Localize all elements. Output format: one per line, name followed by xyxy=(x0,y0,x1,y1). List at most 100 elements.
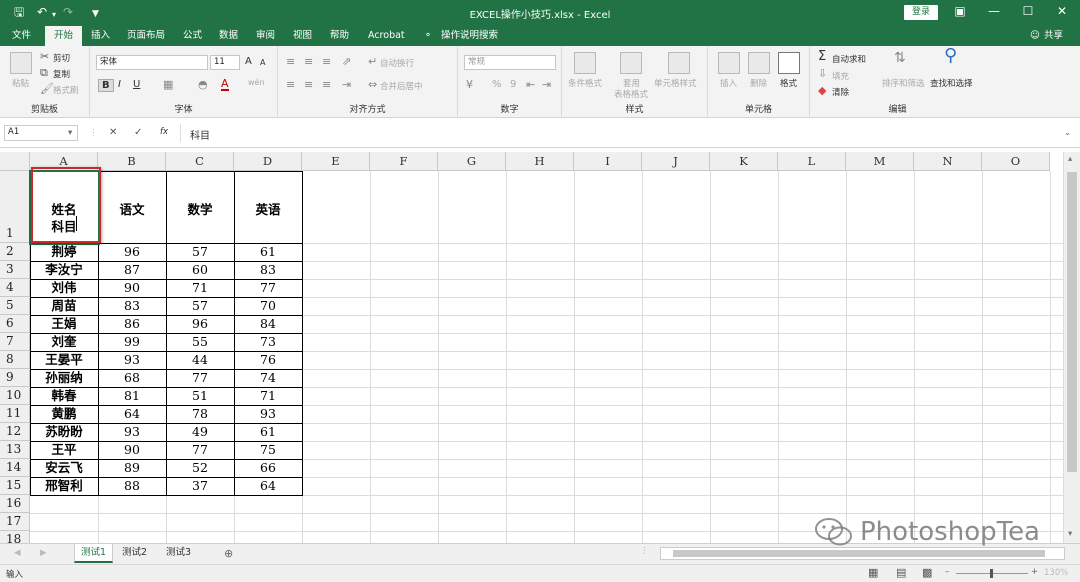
cell-chinese-score[interactable]: 83 xyxy=(98,298,166,314)
orientation-icon[interactable]: ⇗ xyxy=(342,56,351,68)
wrap-text-icon[interactable]: ↵ xyxy=(368,56,377,68)
cell-english-score[interactable]: 64 xyxy=(234,478,302,494)
cell-english-score[interactable]: 66 xyxy=(234,460,302,476)
row-header-12[interactable]: 12 xyxy=(0,423,30,441)
cell-name[interactable]: 王娟 xyxy=(30,316,98,332)
formula-input[interactable]: 科目 xyxy=(190,127,210,142)
normal-view-icon[interactable]: ▦ xyxy=(868,567,878,579)
tab-insert[interactable]: 插入 xyxy=(91,29,110,43)
cell-name[interactable]: 荆婷 xyxy=(30,244,98,260)
tab-home[interactable]: 开始 xyxy=(45,26,83,46)
close-icon[interactable]: ✕ xyxy=(1052,4,1072,18)
cell-english-score[interactable]: 93 xyxy=(234,406,302,422)
delete-cells-button[interactable]: 删除 xyxy=(750,77,767,89)
clear-icon[interactable]: ◆ xyxy=(818,85,826,97)
cell-styles-button[interactable]: 单元格样式 xyxy=(654,77,697,89)
clear-button[interactable]: 清除 xyxy=(832,86,849,98)
find-icon[interactable]: ⚲ xyxy=(944,47,957,65)
column-header-o[interactable]: O xyxy=(982,152,1050,171)
cell-name[interactable]: 韩春 xyxy=(30,388,98,404)
paste-button[interactable]: 粘贴 xyxy=(12,77,29,89)
font-name-select[interactable]: 宋体 xyxy=(96,55,208,70)
percent-button[interactable]: % xyxy=(492,79,502,90)
login-button[interactable]: 登录 xyxy=(904,5,938,20)
tab-split-handle-icon[interactable]: ⋮ xyxy=(640,546,649,556)
row-header-7[interactable]: 7 xyxy=(0,333,30,351)
cell-name[interactable]: 邢智利 xyxy=(30,478,98,494)
cut-button[interactable]: 剪切 xyxy=(53,52,70,64)
wrap-text-button[interactable]: 自动换行 xyxy=(380,57,414,69)
column-header-k[interactable]: K xyxy=(710,152,778,171)
merge-icon[interactable]: ⇔ xyxy=(368,79,377,91)
autosum-icon[interactable]: Σ xyxy=(818,50,826,63)
paste-icon[interactable] xyxy=(10,52,32,74)
expand-formula-icon[interactable]: ⌄ xyxy=(1064,128,1071,138)
page-layout-view-icon[interactable]: ▤ xyxy=(896,567,906,579)
format-painter-icon[interactable]: 🖌 xyxy=(40,83,54,95)
cell-math-score[interactable]: 60 xyxy=(166,262,234,278)
scroll-up-icon[interactable]: ▴ xyxy=(1068,154,1072,164)
cell-name[interactable]: 周苗 xyxy=(30,298,98,314)
row-header-10[interactable]: 10 xyxy=(0,387,30,405)
cell-english-score[interactable]: 71 xyxy=(234,388,302,404)
row-header-2[interactable]: 2 xyxy=(0,243,30,261)
sort-filter-button[interactable]: 排序和筛选 xyxy=(882,77,925,89)
cell-styles-icon[interactable] xyxy=(668,52,690,74)
prev-sheet-icon[interactable]: ◀ xyxy=(14,548,21,558)
cell-name[interactable]: 刘奎 xyxy=(30,334,98,350)
maximize-icon[interactable]: ☐ xyxy=(1018,4,1038,18)
cell-english-score[interactable]: 77 xyxy=(234,280,302,296)
phonetic-button[interactable]: wén xyxy=(248,78,265,87)
cell-name[interactable]: 王平 xyxy=(30,442,98,458)
cell-name[interactable]: 苏盼盼 xyxy=(30,424,98,440)
row-header-4[interactable]: 4 xyxy=(0,279,30,297)
column-header-f[interactable]: F xyxy=(370,152,438,171)
name-box-dropdown-icon[interactable]: ▾ xyxy=(68,128,72,138)
row-header-3[interactable]: 3 xyxy=(0,261,30,279)
scroll-down-icon[interactable]: ▾ xyxy=(1068,529,1072,539)
tab-page-layout[interactable]: 页面布局 xyxy=(127,29,165,43)
column-header-i[interactable]: I xyxy=(574,152,642,171)
tab-view[interactable]: 视图 xyxy=(293,29,312,43)
row-header-5[interactable]: 5 xyxy=(0,297,30,315)
cell-math-score[interactable]: 96 xyxy=(166,316,234,332)
format-table-icon[interactable] xyxy=(620,52,642,74)
align-bottom-icon[interactable]: ≡ xyxy=(322,56,331,68)
row-header-6[interactable]: 6 xyxy=(0,315,30,333)
cell-name[interactable]: 安云飞 xyxy=(30,460,98,476)
cell-math-score[interactable]: 44 xyxy=(166,352,234,368)
cell-math-score[interactable]: 52 xyxy=(166,460,234,476)
number-format-select[interactable]: 常规 xyxy=(464,55,556,70)
fill-button[interactable]: 填充 xyxy=(832,70,849,82)
format-cells-button[interactable]: 格式 xyxy=(780,77,797,89)
cell-english-score[interactable]: 84 xyxy=(234,316,302,332)
zoom-slider-thumb[interactable] xyxy=(990,569,993,578)
share-button[interactable]: 共享 xyxy=(1044,29,1063,43)
cell-chinese-score[interactable]: 68 xyxy=(98,370,166,386)
cell-math-score[interactable]: 71 xyxy=(166,280,234,296)
comma-button[interactable]: 9 xyxy=(510,79,516,90)
fill-color-icon[interactable]: ◓ xyxy=(198,79,208,91)
tab-data[interactable]: 数据 xyxy=(219,29,238,43)
cut-icon[interactable]: ✂ xyxy=(40,51,49,63)
cell-math-score[interactable]: 78 xyxy=(166,406,234,422)
zoom-level[interactable]: 130% xyxy=(1044,568,1068,578)
bold-button[interactable]: B xyxy=(98,79,114,92)
row-header-16[interactable]: 16 xyxy=(0,495,30,513)
row-header-14[interactable]: 14 xyxy=(0,459,30,477)
cell-chinese-score[interactable]: 89 xyxy=(98,460,166,476)
cell-chinese-score[interactable]: 93 xyxy=(98,424,166,440)
column-header-d[interactable]: D xyxy=(234,152,302,171)
cell-name[interactable]: 李汝宁 xyxy=(30,262,98,278)
cell-chinese-score[interactable]: 64 xyxy=(98,406,166,422)
fill-icon[interactable]: ⇩ xyxy=(818,68,827,80)
cell-math-score[interactable]: 37 xyxy=(166,478,234,494)
cell-english-score[interactable]: 74 xyxy=(234,370,302,386)
cell-math-score[interactable]: 77 xyxy=(166,370,234,386)
align-center-icon[interactable]: ≡ xyxy=(304,79,313,91)
decrease-decimal-icon[interactable]: ⇥ xyxy=(542,79,551,91)
insert-cells-icon[interactable] xyxy=(718,52,740,74)
cell-chinese-score[interactable]: 90 xyxy=(98,280,166,296)
merge-center-button[interactable]: 合并后居中 xyxy=(380,80,423,92)
name-box[interactable]: A1 xyxy=(4,125,78,141)
